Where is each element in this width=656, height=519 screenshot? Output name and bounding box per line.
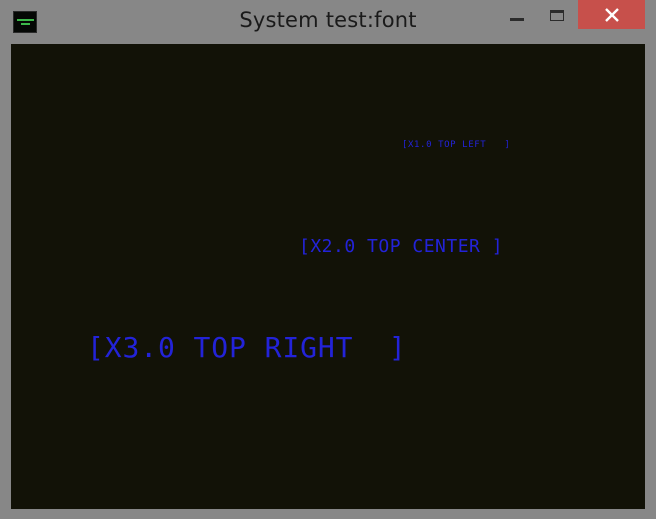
font-test-line-x3: [X3.0 TOP RIGHT ] xyxy=(87,331,407,364)
minimize-button[interactable] xyxy=(499,0,534,30)
app-window: System test:font [X1.0 TOP LEFT ] [X2.0 … xyxy=(0,0,656,519)
font-test-line-x1: [X1.0 TOP LEFT ] xyxy=(402,140,511,150)
render-canvas[interactable]: [X1.0 TOP LEFT ] [X2.0 TOP CENTER ] [X3.… xyxy=(11,44,645,509)
minimize-icon xyxy=(509,17,524,21)
font-test-line-x2: [X2.0 TOP CENTER ] xyxy=(299,236,504,257)
close-icon xyxy=(604,7,619,22)
maximize-icon xyxy=(549,9,564,21)
close-button[interactable] xyxy=(578,0,645,29)
maximize-button[interactable] xyxy=(539,0,574,30)
title-bar[interactable]: System test:font xyxy=(0,0,656,45)
